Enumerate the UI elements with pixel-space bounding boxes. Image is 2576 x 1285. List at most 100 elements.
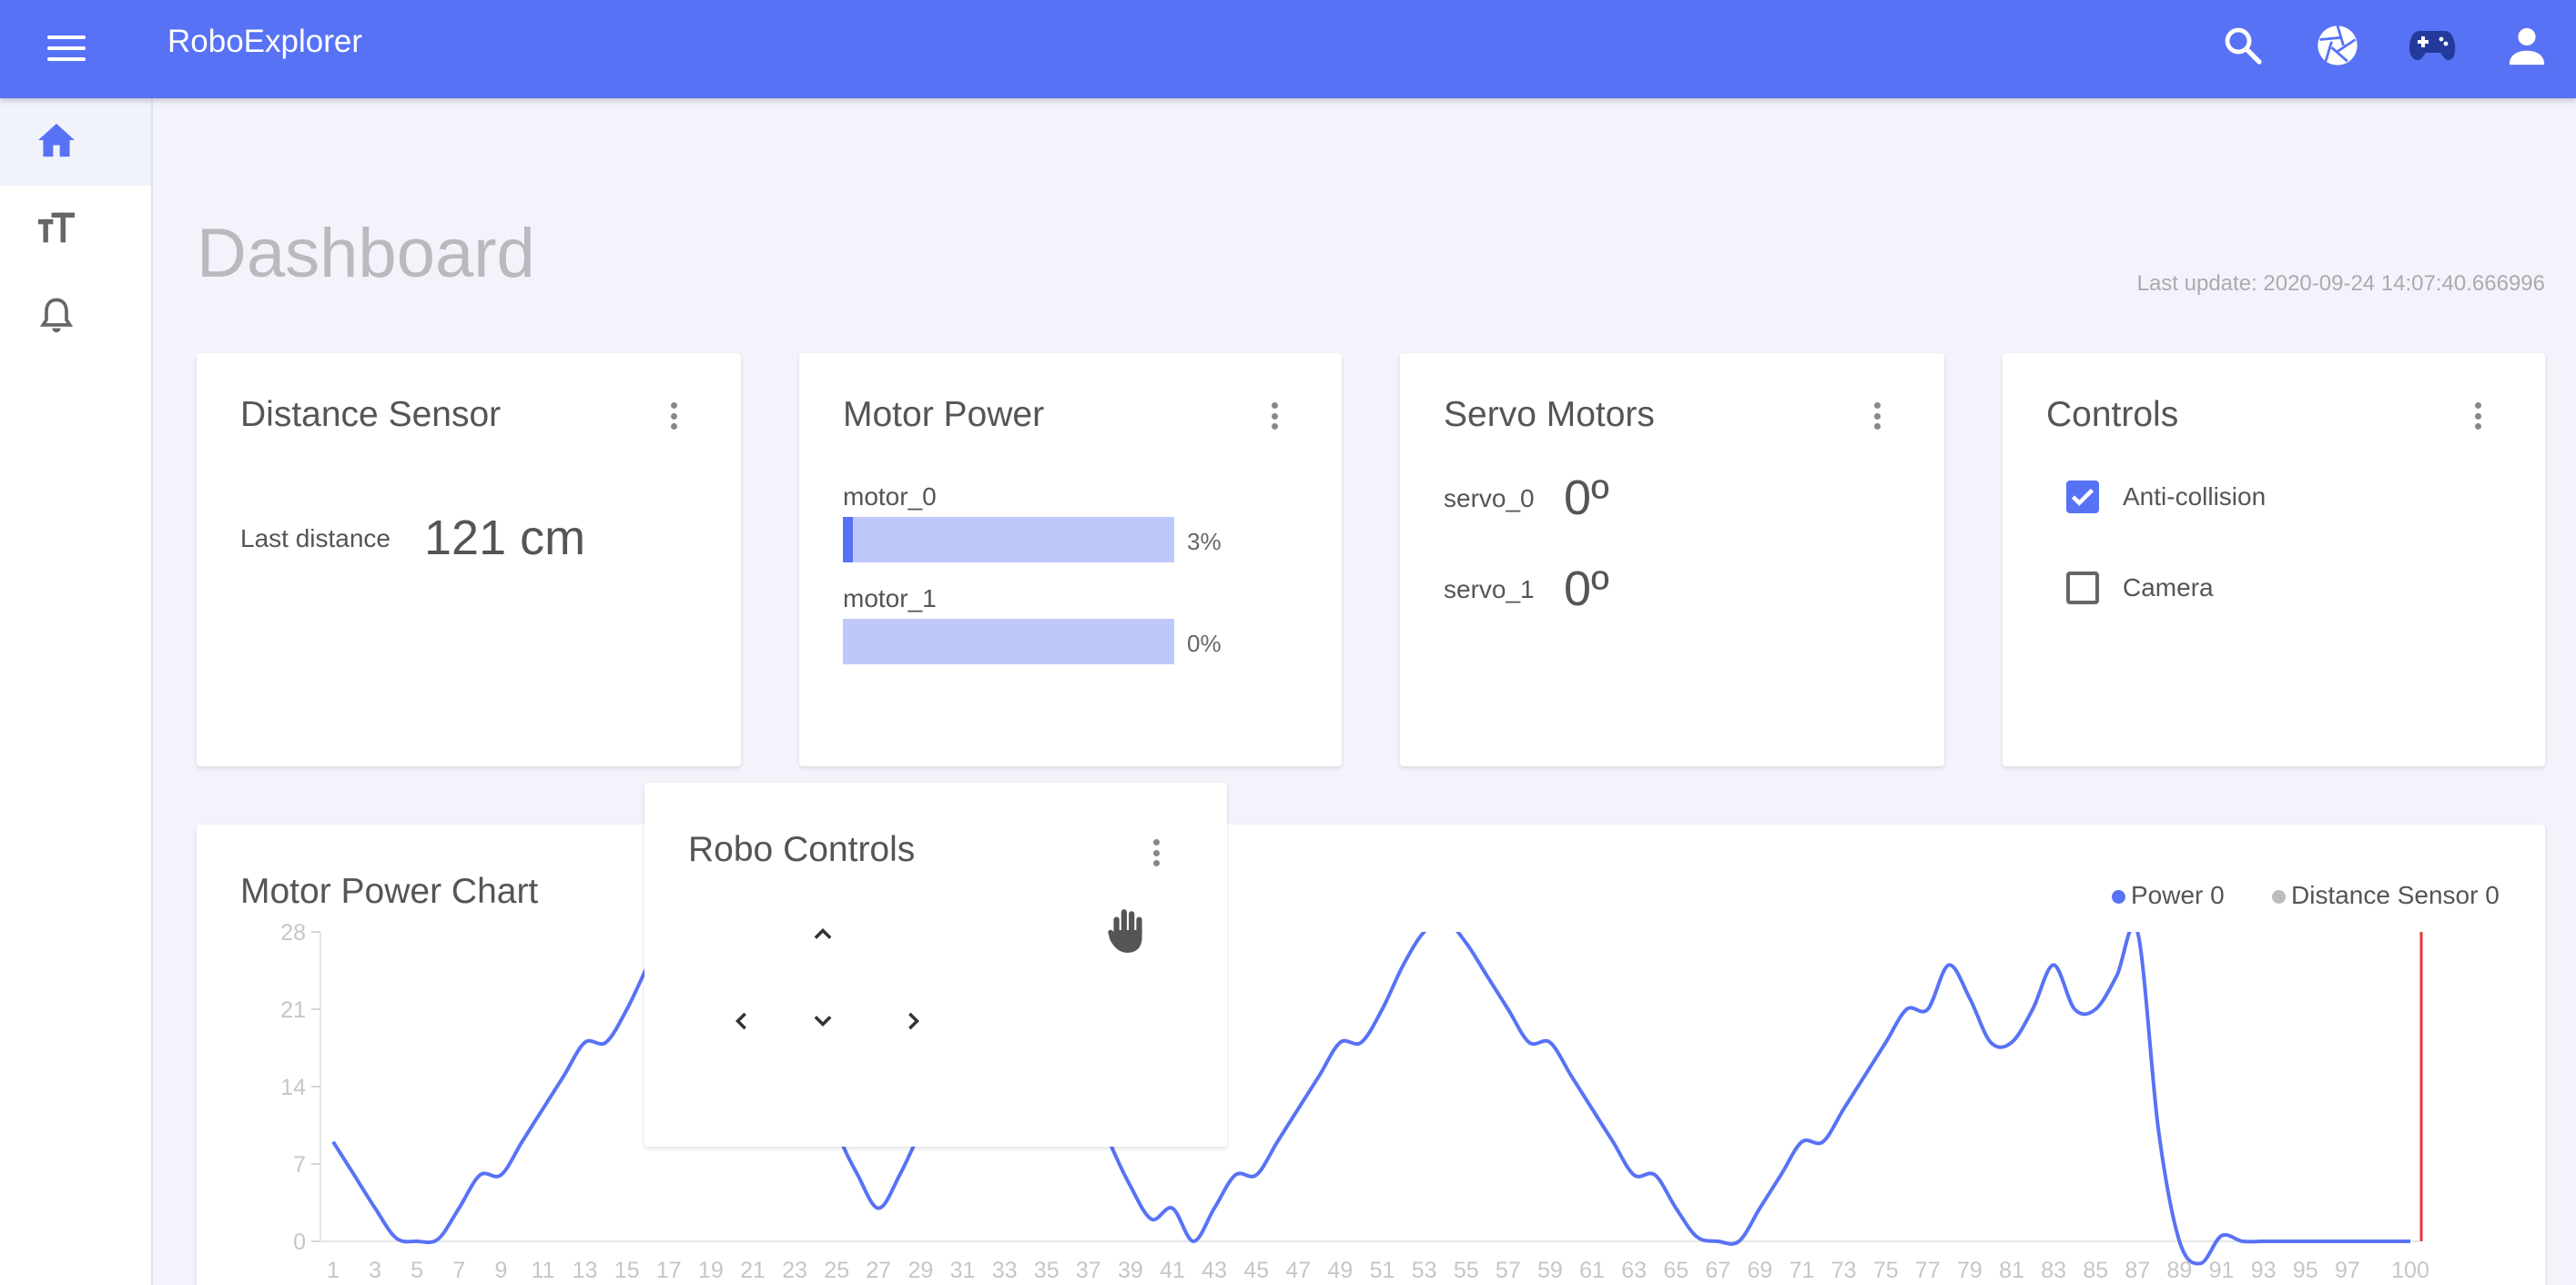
x-tick-label: 17 bbox=[656, 1258, 682, 1283]
chevron-left-icon bbox=[735, 1012, 746, 1030]
sidebar-item-typography[interactable] bbox=[0, 186, 151, 273]
search-icon[interactable] bbox=[2216, 18, 2270, 73]
x-tick-label: 27 bbox=[866, 1258, 891, 1283]
distance-label: Last distance bbox=[240, 524, 390, 552]
x-tick-label: 69 bbox=[1748, 1258, 1773, 1283]
x-tick-label: 87 bbox=[2125, 1258, 2150, 1283]
chevron-down-icon bbox=[814, 1016, 832, 1027]
more-options-icon[interactable] bbox=[1143, 837, 1169, 868]
controls-card: Controls Anti-collision Camera bbox=[2003, 353, 2545, 766]
x-tick-label: 35 bbox=[1034, 1258, 1060, 1283]
x-tick-label: 65 bbox=[1663, 1258, 1689, 1283]
card-title: Controls bbox=[2046, 395, 2179, 434]
x-tick-label: 79 bbox=[1957, 1258, 1983, 1283]
chevron-up-icon bbox=[814, 928, 832, 939]
x-tick-label: 55 bbox=[1454, 1258, 1479, 1283]
x-tick-label: 25 bbox=[824, 1258, 849, 1283]
x-tick-label: 47 bbox=[1285, 1258, 1311, 1283]
account-icon[interactable] bbox=[2500, 18, 2554, 73]
page-title: Dashboard bbox=[197, 215, 535, 292]
anti-collision-checkbox[interactable] bbox=[2066, 481, 2099, 513]
move-forward-button[interactable] bbox=[796, 906, 850, 961]
x-tick-label: 7 bbox=[452, 1258, 465, 1283]
servo-label: servo_1 bbox=[1444, 575, 1535, 603]
x-tick-label: 49 bbox=[1328, 1258, 1354, 1283]
x-tick-label: 43 bbox=[1202, 1258, 1227, 1283]
x-tick-label: 3 bbox=[369, 1258, 381, 1283]
last-update-text: Last update: 2020-09-24 14:07:40.666996 bbox=[2136, 271, 2545, 296]
x-tick-label: 100 bbox=[2391, 1258, 2429, 1283]
more-options-icon[interactable] bbox=[2465, 400, 2490, 431]
motor-power-chart-card: Motor Power Chart Power 0 Distance Senso… bbox=[197, 825, 2545, 1285]
x-tick-label: 53 bbox=[1412, 1258, 1437, 1283]
x-tick-label: 61 bbox=[1579, 1258, 1605, 1283]
y-tick-label: 28 bbox=[280, 920, 306, 946]
distance-value: 121 cm bbox=[424, 511, 586, 565]
sidebar bbox=[0, 98, 153, 1285]
x-tick-label: 83 bbox=[2041, 1258, 2066, 1283]
x-tick-label: 77 bbox=[1915, 1258, 1941, 1283]
servo-value: 0º bbox=[1564, 470, 1609, 525]
check-icon bbox=[2071, 488, 2094, 506]
sidebar-item-notifications[interactable] bbox=[0, 273, 151, 360]
y-tick-label: 21 bbox=[280, 997, 306, 1023]
more-options-icon[interactable] bbox=[661, 400, 686, 431]
motor-power-card: Motor Power motor_0 3% motor_1 0% bbox=[799, 353, 1342, 766]
x-tick-label: 1 bbox=[327, 1258, 340, 1283]
x-tick-label: 39 bbox=[1118, 1258, 1143, 1283]
anti-collision-label: Anti-collision bbox=[2123, 482, 2267, 511]
motor-percent: 0% bbox=[1187, 630, 1222, 657]
stop-button[interactable] bbox=[1100, 903, 1154, 957]
x-tick-label: 67 bbox=[1705, 1258, 1730, 1283]
y-tick-label: 14 bbox=[280, 1075, 306, 1100]
gamepad-icon[interactable] bbox=[2405, 18, 2459, 73]
x-tick-label: 51 bbox=[1370, 1258, 1395, 1283]
motor-label: motor_0 bbox=[843, 482, 937, 511]
robo-controls-card: Robo Controls bbox=[644, 783, 1227, 1147]
more-options-icon[interactable] bbox=[1262, 400, 1287, 431]
distance-sensor-card: Distance Sensor Last distance 121 cm bbox=[197, 353, 741, 766]
servo-label: servo_0 bbox=[1444, 484, 1535, 512]
x-tick-label: 29 bbox=[908, 1258, 934, 1283]
x-tick-label: 59 bbox=[1537, 1258, 1563, 1283]
y-tick-label: 0 bbox=[293, 1229, 306, 1255]
card-title: Robo Controls bbox=[688, 830, 916, 869]
card-title: Servo Motors bbox=[1444, 395, 1655, 434]
x-tick-label: 13 bbox=[573, 1258, 598, 1283]
card-title: Distance Sensor bbox=[240, 395, 502, 434]
x-tick-label: 95 bbox=[2293, 1258, 2318, 1283]
motor-label: motor_1 bbox=[843, 584, 937, 612]
x-tick-label: 19 bbox=[698, 1258, 724, 1283]
turn-left-button[interactable] bbox=[714, 994, 768, 1048]
x-tick-label: 97 bbox=[2335, 1258, 2360, 1283]
camera-label: Camera bbox=[2123, 573, 2214, 602]
x-tick-label: 71 bbox=[1790, 1258, 1815, 1283]
x-tick-label: 41 bbox=[1160, 1258, 1185, 1283]
more-options-icon[interactable] bbox=[1864, 400, 1890, 431]
app-title: RoboExplorer bbox=[167, 24, 362, 59]
text-size-icon bbox=[36, 209, 76, 250]
x-tick-label: 15 bbox=[614, 1258, 640, 1283]
menu-icon[interactable] bbox=[47, 27, 89, 69]
y-tick-label: 7 bbox=[293, 1152, 306, 1178]
sidebar-item-home[interactable] bbox=[0, 98, 151, 186]
x-tick-label: 21 bbox=[740, 1258, 766, 1283]
motor-percent: 3% bbox=[1187, 528, 1222, 555]
x-tick-label: 57 bbox=[1496, 1258, 1521, 1283]
servo-value: 0º bbox=[1564, 562, 1609, 616]
chevron-right-icon bbox=[908, 1012, 919, 1030]
x-tick-label: 93 bbox=[2251, 1258, 2277, 1283]
turn-right-button[interactable] bbox=[887, 994, 941, 1048]
x-tick-label: 37 bbox=[1076, 1258, 1101, 1283]
x-tick-label: 33 bbox=[992, 1258, 1018, 1283]
x-tick-label: 63 bbox=[1621, 1258, 1647, 1283]
camera-checkbox[interactable] bbox=[2066, 572, 2099, 604]
move-backward-button[interactable] bbox=[796, 994, 850, 1048]
motor-progress-bar bbox=[843, 619, 1174, 664]
x-tick-label: 73 bbox=[1831, 1258, 1857, 1283]
aperture-icon[interactable] bbox=[2310, 18, 2365, 73]
card-title: Motor Power bbox=[843, 395, 1045, 434]
motor-progress-bar bbox=[843, 517, 1174, 562]
home-icon bbox=[36, 122, 76, 163]
x-tick-label: 23 bbox=[782, 1258, 807, 1283]
